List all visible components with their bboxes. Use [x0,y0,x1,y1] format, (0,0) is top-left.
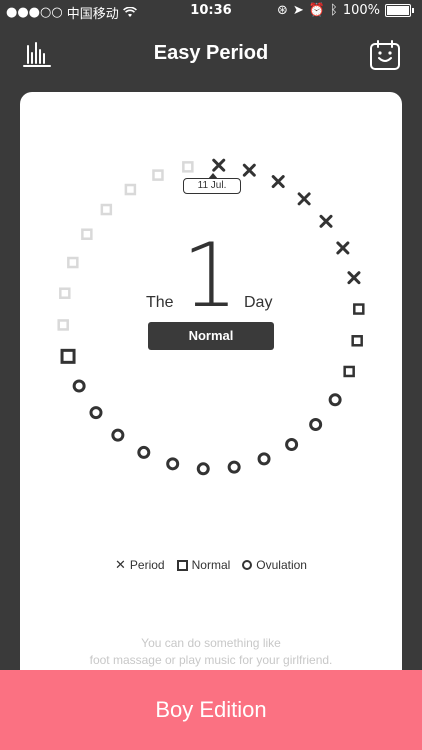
normal-marker[interactable] [353,303,365,315]
ovulation-marker[interactable] [137,445,151,459]
ovulation-marker[interactable] [196,462,210,476]
ovulation-marker[interactable] [257,452,271,466]
period-marker[interactable] [297,192,311,206]
cycle-card: 11 Jul. The 1 Day Normal ✕ Period Normal… [20,92,402,692]
ovulation-marker[interactable] [328,393,342,407]
legend-ovulation-label: Ovulation [256,558,307,572]
normal-marker[interactable] [351,335,363,347]
tip-line-2: foot massage or play music for your girl… [89,653,333,667]
cycle-status-badge: Normal [148,322,274,350]
cross-icon: ✕ [115,557,126,572]
page-title: Easy Period [153,42,269,64]
ovulation-marker[interactable] [166,457,180,471]
period-marker[interactable] [271,175,285,189]
nav-bar: Easy Period [0,22,422,86]
day-suffix-label: Day [244,294,273,311]
legend: ✕ Period Normal Ovulation [20,557,402,573]
boy-edition-button[interactable]: Boy Edition [0,670,422,750]
period-marker[interactable] [347,271,361,285]
battery-tip [412,8,414,13]
normal-marker[interactable] [100,203,113,216]
ovulation-marker[interactable] [72,379,86,393]
calendar-button[interactable] [368,38,402,72]
bluetooth-icon: ᛒ [330,3,338,18]
legend-period-label: Period [129,558,165,572]
circle-icon [242,560,253,570]
battery-icon [385,4,411,17]
ovulation-marker[interactable] [227,460,241,474]
status-right: ⊛ ➤ ⏰ ᛒ 100% [277,3,414,18]
tip-text: You can do something like foot massage o… [20,635,402,669]
legend-ovulation: Ovulation [242,557,307,573]
day-prefix-label: The [146,294,174,311]
ovulation-marker[interactable] [285,437,299,451]
rotation-lock-icon: ⊛ [277,3,288,18]
square-icon [176,559,188,571]
normal-marker[interactable] [67,256,79,269]
status-bar: ●●●○○ 中国移动 10:36 ⊛ ➤ ⏰ ᛒ 100% [0,0,422,22]
normal-marker[interactable] [57,319,69,331]
selected-date-bubble: 11 Jul. [183,173,241,194]
normal-marker[interactable] [152,169,164,181]
ovulation-marker[interactable] [309,417,323,431]
period-marker[interactable] [319,214,333,228]
normal-marker[interactable] [81,228,93,240]
legend-period: ✕ Period [115,557,165,573]
period-marker[interactable] [212,158,226,172]
calendar-smile-icon [370,40,400,70]
normal-marker[interactable] [124,183,137,196]
normal-marker[interactable] [182,161,194,173]
location-icon: ➤ [292,3,304,18]
normal-marker[interactable] [343,365,355,378]
ovulation-marker[interactable] [111,428,125,442]
alarm-icon: ⏰ [308,3,326,18]
current-day-marker[interactable] [60,348,76,364]
legend-normal: Normal [176,557,231,573]
battery-percent: 100% [342,3,380,18]
normal-marker[interactable] [59,287,71,299]
legend-normal-label: Normal [191,558,231,572]
period-marker[interactable] [242,163,256,177]
ovulation-marker[interactable] [89,406,103,420]
cycle-day-number: 1 [182,224,238,327]
tip-line-1: You can do something like [141,636,281,650]
period-marker[interactable] [336,241,350,255]
